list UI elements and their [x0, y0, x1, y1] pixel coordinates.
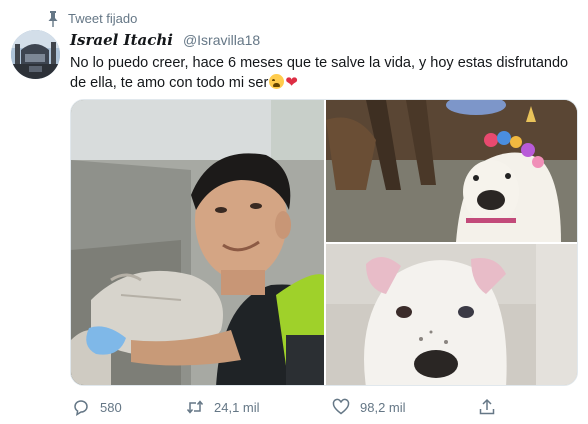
reply-button[interactable]: 580: [72, 396, 122, 418]
like-button[interactable]: 98,2 mil: [332, 396, 406, 418]
heart-icon: [332, 398, 350, 415]
reply-count: 580: [100, 399, 122, 415]
media-image-dog-closeup[interactable]: [326, 244, 577, 385]
retweet-icon: [186, 400, 204, 414]
share-icon: [479, 398, 495, 415]
selfie-photo: [71, 100, 324, 385]
media-grid: [70, 99, 578, 386]
tweet-body: No lo puedo creer, hace 6 meses que te s…: [70, 55, 569, 91]
media-image-selfie[interactable]: [71, 100, 324, 385]
display-name[interactable]: Israel Itachi: [70, 31, 173, 49]
tweet-text: No lo puedo creer, hace 6 meses que te s…: [70, 53, 582, 93]
media-image-flower-crown-dog[interactable]: [326, 100, 577, 242]
red-heart-emoji-icon: ❤: [285, 74, 298, 91]
tweet-header: Israel Itachi @Isravilla18: [70, 31, 260, 49]
avatar-image: [11, 30, 60, 79]
pin-icon: [48, 11, 58, 27]
retweet-count: 24,1 mil: [214, 399, 260, 415]
flower-crown-dog-photo: [326, 100, 577, 242]
avatar[interactable]: [11, 30, 60, 79]
retweet-button[interactable]: 24,1 mil: [186, 396, 260, 418]
tweet-actions: 580 24,1 mil 98,2 mil: [70, 396, 510, 418]
crying-face-emoji-icon: [269, 74, 285, 89]
like-count: 98,2 mil: [360, 399, 406, 415]
user-handle[interactable]: @Isravilla18: [183, 32, 260, 48]
pinned-label: Tweet fijado: [68, 11, 138, 26]
dog-closeup-photo: [326, 244, 577, 385]
reply-icon: [74, 400, 88, 416]
share-button[interactable]: [478, 396, 496, 418]
